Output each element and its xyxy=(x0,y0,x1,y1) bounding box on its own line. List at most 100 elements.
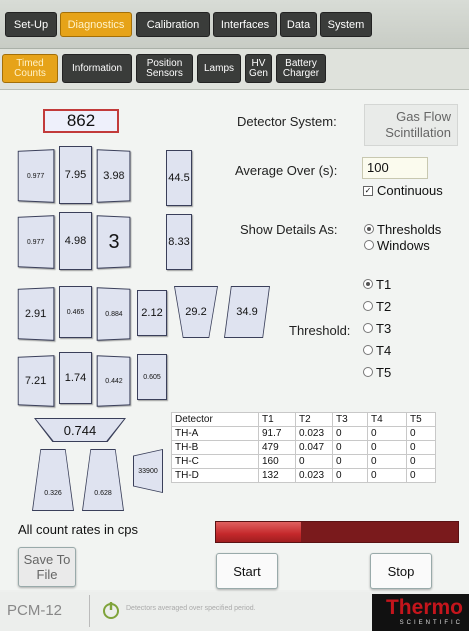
tab-interfaces[interactable]: Interfaces xyxy=(213,12,277,37)
radio-label: T4 xyxy=(376,343,392,358)
average-over-input[interactable]: 100 xyxy=(362,157,428,179)
column-header: T2 xyxy=(295,412,333,427)
progress-fill xyxy=(216,522,301,542)
main-tab-bar: Set-Up Diagnostics Calibration Interface… xyxy=(0,0,469,49)
table-row: TH-C 160 0 0 0 0 xyxy=(171,454,436,469)
radio-empty-icon xyxy=(363,301,373,311)
radio-thresholds[interactable]: Thresholds xyxy=(364,222,441,238)
detector-cell[interactable]: 0.442 xyxy=(96,355,131,407)
detector-cell[interactable]: 3.98 xyxy=(96,149,131,203)
detector-cell[interactable]: 0.977 xyxy=(17,215,55,269)
radio-t4[interactable]: T4 xyxy=(363,340,391,362)
detector-cell[interactable]: 0.465 xyxy=(59,286,92,338)
thermo-scientific-logo: Thermo SCIENTIFIC xyxy=(372,594,469,631)
table-cell: 0 xyxy=(406,440,436,455)
table-cell: 0.023 xyxy=(295,468,333,483)
detector-cell[interactable]: 0.605 xyxy=(137,354,167,400)
table-cell: TH-B xyxy=(171,440,259,455)
detector-cell[interactable]: 1.74 xyxy=(59,352,92,404)
radio-label: Thresholds xyxy=(377,222,442,237)
detector-cell[interactable]: 7.21 xyxy=(17,355,55,407)
detector-cell[interactable]: 0.977 xyxy=(17,149,55,203)
table-cell: TH-D xyxy=(171,468,259,483)
table-cell: 0 xyxy=(332,440,368,455)
status-message: Detectors averaged over specified period… xyxy=(126,605,256,612)
continuous-label: Continuous xyxy=(377,183,443,198)
radio-empty-icon xyxy=(363,323,373,333)
tab-diagnostics[interactable]: Diagnostics xyxy=(60,12,132,37)
table-row: TH-B 479 0.047 0 0 0 xyxy=(171,440,436,455)
subtab-battery-charger[interactable]: Battery Charger xyxy=(276,54,326,83)
radio-windows[interactable]: Windows xyxy=(364,238,441,254)
detector-cell[interactable]: 2.12 xyxy=(137,290,167,336)
subtab-hv-gen[interactable]: HV Gen xyxy=(245,54,272,83)
column-header: Detector xyxy=(171,412,259,427)
count-rate-units-note: All count rates in cps xyxy=(18,522,138,537)
detector-system-value: Gas Flow xyxy=(396,109,451,124)
radio-t5[interactable]: T5 xyxy=(363,362,391,384)
detector-cell-frame: 33900 xyxy=(133,449,163,493)
table-cell: 132 xyxy=(258,468,296,483)
detector-system-field[interactable]: Gas Flow Scintillation xyxy=(364,104,458,146)
subtab-label: Counts xyxy=(14,67,46,79)
detector-results-table: Detector T1 T2 T3 T4 T5 TH-A 91.7 0.023 0 0 0… xyxy=(171,412,436,483)
table-cell: 0 xyxy=(406,468,436,483)
detector-cell[interactable]: 44.5 xyxy=(166,150,192,206)
save-to-file-button[interactable]: Save To File xyxy=(18,547,76,587)
radio-selected-icon xyxy=(363,279,373,289)
status-footer: PCM-12 Detectors averaged over specified… xyxy=(0,592,469,631)
detector-cell[interactable]: 7.95 xyxy=(59,146,92,204)
subtab-label: Gen xyxy=(249,67,268,79)
table-row: TH-A 91.7 0.023 0 0 0 xyxy=(171,426,436,441)
subtab-label: HV xyxy=(251,57,266,69)
radio-t2[interactable]: T2 xyxy=(363,296,391,318)
column-header: T5 xyxy=(406,412,436,427)
detector-cell[interactable]: 33900 xyxy=(134,450,162,492)
threshold-label: Threshold: xyxy=(289,323,351,338)
radio-label: T5 xyxy=(376,365,392,380)
detector-cell[interactable]: 0.884 xyxy=(96,287,131,341)
tab-calibration[interactable]: Calibration xyxy=(136,12,210,37)
button-label: Save To xyxy=(23,552,71,567)
detector-cell[interactable]: 3 xyxy=(96,215,131,269)
detector-cell[interactable]: 0.744 xyxy=(36,419,124,441)
subtab-label: Timed xyxy=(16,57,44,69)
subtab-label: Charger xyxy=(282,67,320,79)
table-cell: 0 xyxy=(332,468,368,483)
checkbox-checked-icon: ✓ xyxy=(363,185,373,196)
table-cell: 91.7 xyxy=(258,426,296,441)
column-header: T3 xyxy=(332,412,368,427)
progress-bar xyxy=(215,521,459,543)
detector-cell[interactable]: 8.33 xyxy=(166,214,192,270)
model-label: PCM-12 xyxy=(7,602,63,619)
detector-cell[interactable]: 4.98 xyxy=(59,212,92,270)
tab-system[interactable]: System xyxy=(320,12,372,37)
radio-t1[interactable]: T1 xyxy=(363,274,391,296)
radio-empty-icon xyxy=(363,345,373,355)
tab-data[interactable]: Data xyxy=(280,12,317,37)
table-cell: TH-A xyxy=(171,426,259,441)
radio-label: T2 xyxy=(376,299,392,314)
table-cell: 0 xyxy=(406,426,436,441)
tab-set-up[interactable]: Set-Up xyxy=(5,12,57,37)
subtab-label: Sensors xyxy=(146,67,183,79)
brand-sub: SCIENTIFIC xyxy=(399,620,463,626)
subtab-label: Information xyxy=(71,62,123,74)
subtab-position-sensors[interactable]: Position Sensors xyxy=(136,54,193,83)
detector-cell[interactable]: 34.9 xyxy=(225,287,269,337)
radio-t3[interactable]: T3 xyxy=(363,318,391,340)
table-cell: 0 xyxy=(367,454,407,469)
footer-divider xyxy=(89,595,90,627)
table-cell: 160 xyxy=(258,454,296,469)
start-button[interactable]: Start xyxy=(216,553,278,589)
subtab-timed-counts[interactable]: Timed Counts xyxy=(2,54,58,83)
subtab-information[interactable]: Information xyxy=(62,54,132,83)
table-cell: 0 xyxy=(367,468,407,483)
power-icon[interactable] xyxy=(100,599,122,621)
subtab-lamps[interactable]: Lamps xyxy=(197,54,241,83)
subtab-label: Lamps xyxy=(203,62,234,74)
continuous-checkbox[interactable]: ✓ Continuous xyxy=(363,183,443,198)
stop-button[interactable]: Stop xyxy=(370,553,432,589)
detector-cell[interactable]: 2.91 xyxy=(17,287,55,341)
sub-tab-bar: Timed Counts Information Position Sensors … xyxy=(0,49,469,90)
